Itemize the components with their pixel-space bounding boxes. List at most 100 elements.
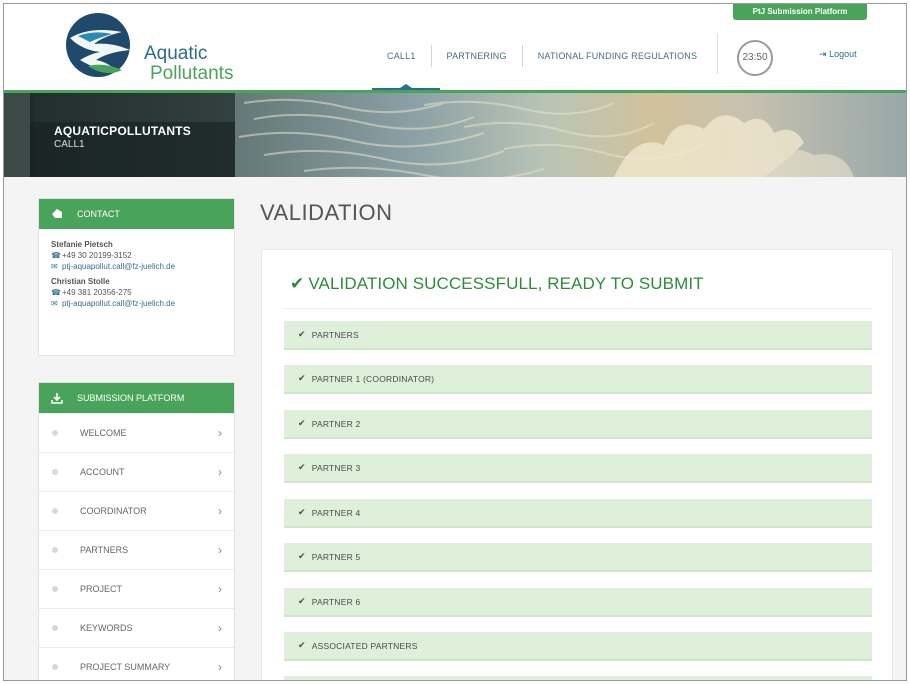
contact-phone-number: +49 30 20199-3152 <box>62 251 132 260</box>
section-partners[interactable]: ✔ PARTNERS <box>284 321 872 350</box>
contact-phone: ☎ +49 30 20199-3152 <box>51 250 222 261</box>
chevron-right-icon: › <box>218 465 222 479</box>
contact-name: Christian Stolle <box>51 277 110 286</box>
status-dot <box>52 430 58 436</box>
status-dot <box>52 469 58 475</box>
logout-label: Logout <box>829 49 857 59</box>
banner-title: AQUATICPOLLUTANTS <box>54 124 191 138</box>
mail-icon: ✉ <box>51 299 58 308</box>
sidebar-item-label: KEYWORDS <box>80 623 133 633</box>
contact-email-link[interactable]: ptj-aquapollut.call@fz-juelich.de <box>62 298 175 309</box>
contact-phone: ☎ +49 381 20356-275 <box>51 287 222 298</box>
download-icon <box>51 393 63 404</box>
check-icon: ✔ <box>298 640 306 650</box>
section-partner-6[interactable]: ✔ PARTNER 6 <box>284 588 872 617</box>
mail-icon: ✉ <box>51 262 58 271</box>
logout-button[interactable]: ⇥ Logout <box>819 49 857 60</box>
contact-name: Stefanie Pietsch <box>51 240 113 249</box>
section-label: PARTNER 6 <box>311 596 361 607</box>
logout-icon: ⇥ <box>819 49 827 59</box>
contact-icon <box>52 209 62 218</box>
section-next[interactable]: ✔ <box>284 676 872 680</box>
check-icon: ✔ <box>298 507 306 517</box>
phone-icon: ☎ <box>51 288 61 297</box>
submission-platform-card: SUBMISSION PLATFORM WELCOME › ACCOUNT › CO… <box>38 382 235 680</box>
chevron-right-icon: › <box>218 543 222 557</box>
sidebar-item-welcome[interactable]: WELCOME › <box>39 413 234 452</box>
contact-email[interactable]: ✉ ptj-aquapollut.call@fz-juelich.de <box>51 298 222 309</box>
header-divider <box>717 34 718 74</box>
validation-panel: ✔ VALIDATION SUCCESSFULL, READY TO SUBMIT… <box>261 249 893 680</box>
sidebar-item-coordinator[interactable]: COORDINATOR › <box>39 491 234 530</box>
status-dot <box>52 547 58 553</box>
platform-badge: PtJ Submission Platform <box>733 4 867 20</box>
logo-line2: Pollutants <box>150 63 234 84</box>
section-label: PARTNERS <box>311 329 359 340</box>
section-label: PARTNER 5 <box>311 551 361 562</box>
divider <box>284 308 872 309</box>
phone-icon: ☎ <box>51 251 61 260</box>
contact-header: CONTACT <box>39 199 234 229</box>
submission-header: SUBMISSION PLATFORM <box>39 383 234 413</box>
sidebar-item-account[interactable]: ACCOUNT › <box>39 452 234 491</box>
nav-national-funding[interactable]: NATIONAL FUNDING REGULATIONS <box>523 51 712 61</box>
section-partner-1[interactable]: ✔ PARTNER 1 (COORDINATOR) <box>284 365 872 394</box>
chevron-right-icon: › <box>218 621 222 635</box>
section-label: ASSOCIATED PARTNERS <box>311 640 418 651</box>
banner-heading: AQUATICPOLLUTANTS CALL1 <box>30 122 235 177</box>
hero-banner: AQUATICPOLLUTANTS CALL1 <box>4 93 906 177</box>
section-label: PARTNER 2 <box>311 418 361 429</box>
check-icon: ✔ <box>298 462 306 472</box>
validation-status: ✔ VALIDATION SUCCESSFULL, READY TO SUBMIT <box>290 274 704 294</box>
nav-partnering[interactable]: PARTNERING <box>432 51 522 61</box>
sidebar-item-partners[interactable]: PARTNERS › <box>39 530 234 569</box>
sidebar-item-label: WELCOME <box>80 428 127 438</box>
check-icon: ✔ <box>298 373 306 383</box>
section-partner-4[interactable]: ✔ PARTNER 4 <box>284 499 872 528</box>
submission-heading: SUBMISSION PLATFORM <box>77 393 185 403</box>
contact-email[interactable]: ✉ ptj-aquapollut.call@fz-juelich.de <box>51 261 222 272</box>
contact-person: Stefanie Pietsch ☎ +49 30 20199-3152 ✉ ptj… <box>51 239 222 272</box>
logo-text: Aquatic Pollutants <box>144 44 233 84</box>
chevron-right-icon: › <box>218 504 222 518</box>
sidebar-item-keywords[interactable]: KEYWORDS › <box>39 608 234 647</box>
contact-phone-number: +49 381 20356-275 <box>62 288 132 297</box>
check-icon: ✔ <box>298 329 306 339</box>
logo-icon <box>66 13 130 77</box>
chevron-right-icon: › <box>218 426 222 440</box>
top-header: PtJ Submission Platform Aquatic Pollutan… <box>4 4 906 90</box>
section-label: PARTNER 1 (COORDINATOR) <box>311 373 435 384</box>
section-associated-partners[interactable]: ✔ ASSOCIATED PARTNERS <box>284 632 872 661</box>
status-dot <box>52 664 58 670</box>
logo[interactable]: Aquatic Pollutants <box>60 8 233 84</box>
section-label: PARTNER 4 <box>311 507 361 518</box>
sidebar-item-project-summary[interactable]: PROJECT SUMMARY › <box>39 647 234 680</box>
check-icon: ✔ <box>298 596 306 606</box>
page-title: VALIDATION <box>260 200 393 225</box>
sidebar-item-label: PROJECT <box>80 584 123 594</box>
chevron-right-icon: › <box>218 660 222 674</box>
sidebar-item-label: COORDINATOR <box>80 506 147 516</box>
contact-person: Christian Stolle ☎ +49 381 20356-275 ✉ ptj… <box>51 276 222 309</box>
nav-call1[interactable]: CALL1 <box>372 51 431 61</box>
contact-body: Stefanie Pietsch ☎ +49 30 20199-3152 ✉ ptj… <box>39 229 234 323</box>
contact-email-link[interactable]: ptj-aquapollut.call@fz-juelich.de <box>62 261 175 272</box>
main-nav: CALL1 PARTNERING NATIONAL FUNDING REGULA… <box>372 45 712 67</box>
section-partner-5[interactable]: ✔ PARTNER 5 <box>284 543 872 572</box>
status-dot <box>52 586 58 592</box>
sidebar-item-label: PARTNERS <box>80 545 129 555</box>
section-partner-3[interactable]: ✔ PARTNER 3 <box>284 454 872 483</box>
check-icon: ✔ <box>298 551 306 561</box>
contact-card: CONTACT Stefanie Pietsch ☎ +49 30 20199-3… <box>38 198 235 356</box>
sidebar-item-project[interactable]: PROJECT › <box>39 569 234 608</box>
status-dot <box>52 625 58 631</box>
check-icon: ✔ <box>298 418 306 428</box>
section-label: PARTNER 3 <box>311 462 361 473</box>
sidebar-item-label: ACCOUNT <box>80 467 125 477</box>
chevron-right-icon: › <box>218 582 222 596</box>
check-icon: ✔ <box>290 274 305 293</box>
validation-status-text: VALIDATION SUCCESSFULL, READY TO SUBMIT <box>308 274 704 293</box>
banner-subtitle: CALL1 <box>54 139 85 150</box>
contact-heading: CONTACT <box>77 209 120 219</box>
section-partner-2[interactable]: ✔ PARTNER 2 <box>284 410 872 439</box>
